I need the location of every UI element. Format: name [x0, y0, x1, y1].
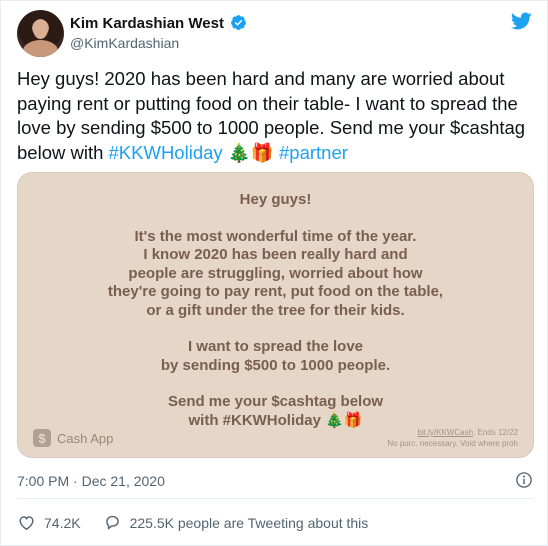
tweet-meta: 7:00 PM · Dec 21, 2020 — [17, 471, 533, 489]
hashtag-link-partner[interactable]: #partner — [279, 142, 348, 163]
tweet-timestamp[interactable]: 7:00 PM · Dec 21, 2020 — [17, 473, 165, 489]
like-count: 74.2K — [44, 514, 81, 531]
author-names[interactable]: Kim Kardashian West @KimKardashian — [70, 14, 247, 53]
media-line: people are struggling, worried about how — [128, 264, 423, 282]
tweet-actions: 74.2K 225.5K people are Tweeting about t… — [17, 513, 390, 532]
cash-app-logo-icon: $ — [33, 429, 51, 447]
twitter-bird-icon[interactable] — [509, 10, 533, 32]
media-line: I want to spread the love — [187, 338, 364, 355]
tweet-card: Kim Kardashian West @KimKardashian Hey g… — [0, 0, 548, 546]
like-button[interactable]: 74.2K — [17, 513, 81, 532]
reply-bubble-icon — [105, 515, 119, 530]
tweeting-about-link[interactable]: 225.5K people are Tweeting about this — [103, 513, 369, 532]
tweet-header: Kim Kardashian West @KimKardashian — [17, 10, 533, 58]
author-handle[interactable]: @KimKardashian — [70, 34, 247, 53]
avatar[interactable] — [17, 10, 64, 57]
media-line: they're going to pay rent, put food on t… — [107, 283, 444, 300]
tweet-emoji: 🎄🎁 — [227, 141, 274, 163]
avatar-shoulders — [23, 40, 58, 57]
media-line: Hey guys! — [239, 191, 312, 208]
avatar-face — [33, 19, 48, 39]
cash-app-brand: $ Cash App — [33, 429, 113, 447]
tweeting-about-text: 225.5K people are Tweeting about this — [129, 514, 369, 531]
media-text: Hey guys! It's the most wonderful time o… — [18, 191, 533, 430]
hashtag-link-kkwholiday[interactable]: #KKWHoliday — [109, 142, 223, 163]
tweet-text: Hey guys! 2020 has been hard and many ar… — [17, 67, 533, 165]
media-line: Send me your $cashtag below — [167, 393, 384, 410]
fineprint-ends: . Ends 12/22 — [473, 428, 518, 437]
cash-app-label: Cash App — [57, 430, 114, 446]
author-display-name[interactable]: Kim Kardashian West — [70, 14, 224, 33]
media-line: by sending $500 to 1000 people. — [160, 356, 391, 374]
verified-badge-icon — [231, 15, 247, 30]
media-line: or a gift under the tree for their kids. — [146, 301, 405, 319]
tweet-media-image[interactable]: Hey guys! It's the most wonderful time o… — [17, 172, 534, 458]
media-line: I know 2020 has been really hard and — [143, 246, 408, 263]
media-line: It's the most wonderful time of the year… — [134, 227, 417, 245]
info-icon[interactable] — [515, 471, 533, 489]
fineprint-link: bit.ly/KKWCash — [417, 428, 474, 437]
divider — [17, 498, 533, 499]
fineprint-disclaimer: No purc. necessary. Void where proh — [387, 439, 518, 448]
media-fineprint: bit.ly/KKWCash. Ends 12/22 No purc. nece… — [387, 427, 518, 449]
heart-icon — [19, 516, 34, 531]
